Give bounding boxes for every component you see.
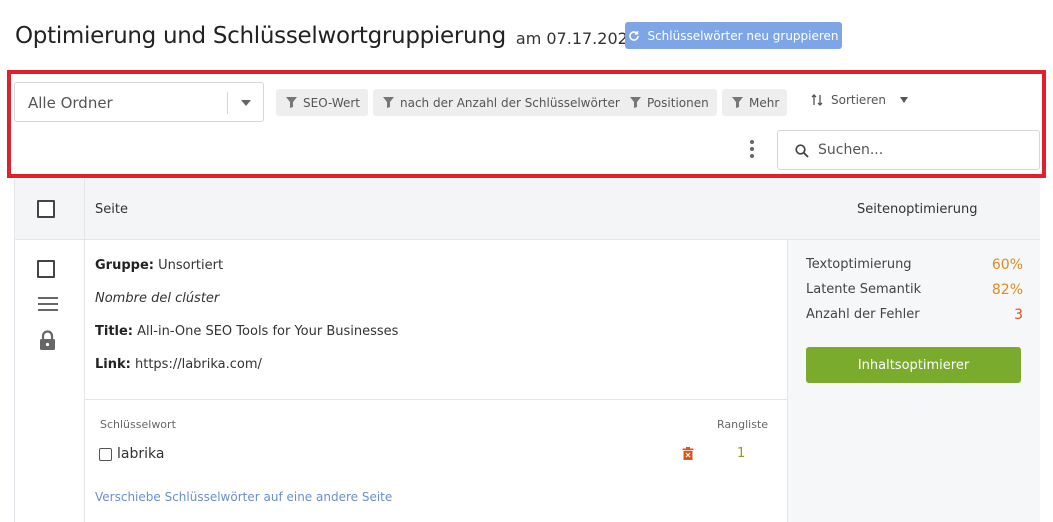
pages-table: Seite Seitenoptimierung Gruppe: Unsortie… [14, 179, 1040, 522]
regroup-keywords-label: Schlüsselwörter neu gruppieren [647, 28, 839, 43]
optimization-panel: Textoptimierung 60% Latente Semantik 82%… [787, 240, 1040, 522]
lock-icon[interactable] [39, 330, 56, 350]
metric-value: 3 [1014, 307, 1023, 323]
filter-icon [383, 97, 394, 108]
metric-latent-semantics: Latente Semantik 82% [806, 282, 1023, 298]
move-keywords-link[interactable]: Verschiebe Schlüsselwörter auf eine ande… [95, 490, 392, 504]
group-value: Unsortiert [158, 258, 224, 273]
search-icon [795, 144, 809, 158]
group-label: Gruppe: [95, 258, 154, 273]
link-label: Link: [95, 357, 131, 372]
delete-icon[interactable] [682, 447, 694, 460]
page-link[interactable]: https://labrika.com/ [135, 357, 262, 372]
search-box [777, 130, 1040, 170]
title-value: All-in-One SEO Tools for Your Businesses [137, 324, 399, 339]
metric-label: Anzahl der Fehler [806, 307, 920, 322]
keyword-checkbox[interactable] [99, 447, 112, 461]
folder-select-value: Alle Ordner [28, 94, 113, 112]
chevron-down-icon [241, 100, 251, 106]
title-line: Title: All-in-One SEO Tools for Your Bus… [95, 324, 398, 339]
more-options-icon[interactable] [746, 138, 758, 160]
header-check-cell [15, 179, 85, 240]
sort-dropdown[interactable]: Sortieren [811, 93, 908, 107]
regroup-keywords-button[interactable]: Schlüsselwörter neu gruppieren [625, 22, 842, 49]
table-header: Seite Seitenoptimierung [15, 179, 1040, 240]
filter-label: Mehr [749, 95, 780, 110]
filter-seo-value[interactable]: SEO-Wert [276, 89, 369, 116]
caret-down-icon [899, 97, 908, 103]
page-date: am 07.17.2025 [515, 28, 638, 48]
column-header-optimization: Seitenoptimierung [857, 202, 978, 217]
sort-label: Sortieren [831, 93, 886, 107]
filter-icon [286, 97, 297, 108]
metric-error-count: Anzahl der Fehler 3 [806, 307, 1023, 323]
page-title: Optimierung und Schlüsselwortgruppierung [15, 23, 506, 49]
group-line: Gruppe: Unsortiert [95, 258, 223, 273]
keywords-section: Schlüsselwort Rangliste labrika 1 Versch… [85, 399, 787, 522]
keyword-rank: 1 [737, 446, 746, 461]
filter-icon [732, 97, 743, 108]
folder-select-divider [227, 92, 228, 114]
filter-label: nach der Anzahl der Schlüsselwörter [400, 95, 620, 110]
filter-positions[interactable]: Positionen [620, 89, 717, 116]
keyword-item: labrika [99, 446, 164, 462]
metric-value: 82% [991, 282, 1023, 298]
folder-select[interactable]: Alle Ordner [14, 82, 264, 122]
keyword-text: labrika [117, 446, 165, 462]
metric-text-optimization: Textoptimierung 60% [806, 257, 1023, 273]
column-header-page: Seite [95, 202, 128, 217]
keywords-column-header: Schlüsselwort [100, 418, 176, 431]
filter-label: Positionen [647, 95, 709, 110]
metric-value: 60% [991, 257, 1023, 273]
drag-handle-icon[interactable] [38, 297, 58, 311]
content-optimizer-button[interactable]: Inhaltsoptimierer [806, 347, 1021, 383]
table-row: Gruppe: Unsortiert Nombre del clúster Ti… [15, 240, 1040, 522]
page-header: Optimierung und Schlüsselwortgruppierung… [15, 20, 638, 52]
metric-label: Latente Semantik [806, 282, 922, 297]
filter-icon [630, 97, 641, 108]
select-all-checkbox[interactable] [37, 200, 55, 218]
refresh-icon [629, 30, 640, 41]
search-input[interactable] [818, 139, 1028, 161]
filter-label: SEO-Wert [303, 95, 361, 110]
metric-label: Textoptimierung [806, 257, 912, 272]
link-line: Link: https://labrika.com/ [95, 357, 262, 372]
filter-more[interactable]: Mehr [722, 89, 788, 116]
filter-keyword-count[interactable]: nach der Anzahl der Schlüsselwörter [373, 89, 628, 116]
sort-icon [811, 94, 823, 106]
cluster-name: Nombre del clúster [95, 291, 220, 306]
row-controls [15, 240, 85, 522]
title-label: Title: [95, 324, 134, 339]
filter-toolbar: Alle Ordner SEO-Wert nach der Anzahl der… [7, 70, 1046, 178]
row-checkbox[interactable] [37, 260, 55, 278]
rank-column-header: Rangliste [717, 418, 769, 431]
